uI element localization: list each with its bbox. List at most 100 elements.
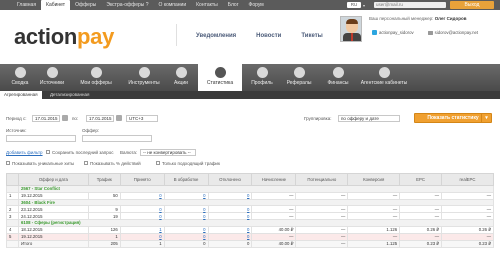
col-potential[interactable]: Потенциально [295, 173, 349, 186]
offer-input[interactable] [82, 135, 152, 142]
group-label[interactable]: 2567 - Star Conflict [17, 185, 495, 193]
nav-notifications[interactable]: Уведомления [186, 32, 246, 41]
drilldown-link[interactable]: 0 [247, 193, 249, 198]
table-row: 4 18.12.2015 126 1 0 0 40.00 ₽ —1.126 0.26 ₽0.26… [6, 225, 494, 234]
row-number: 4 [6, 225, 19, 234]
col-traffic[interactable]: Трафик [87, 173, 121, 186]
tab-finance[interactable]: Финансы [324, 64, 352, 91]
drilldown-link[interactable]: 0 [247, 207, 249, 212]
cell-EPC: — [399, 212, 443, 220]
subtab-detailed[interactable]: Детализированная [50, 91, 89, 99]
col-realepc[interactable]: realEPC [441, 173, 494, 186]
topnav-about[interactable]: О компании [154, 0, 192, 10]
tab-sources[interactable]: Источники [38, 64, 66, 91]
tab-agency[interactable]: Агентские кабинеты [358, 64, 410, 91]
table-row: 3 24.12.2015 19 0 0 0— — — — — [6, 212, 494, 220]
tab-promos[interactable]: Акции [170, 64, 192, 91]
col-processing[interactable]: В обработке [163, 173, 209, 186]
logo[interactable]: actionpay [14, 26, 114, 48]
cell-Трафик: 126 [87, 225, 121, 234]
email-contact[interactable]: sidorov@actionpay.net [427, 30, 478, 35]
tab-referrals[interactable]: Рефералы [284, 64, 314, 91]
col-epc[interactable]: EPC [399, 173, 443, 186]
manager-contacts: actionpay_sidorov sidorov@actionpay.net [372, 30, 478, 35]
tab-profile[interactable]: Профиль [248, 64, 276, 91]
topnav-blog[interactable]: Блог [223, 0, 244, 10]
subtab-aggregated[interactable]: Агрегированная [0, 91, 42, 99]
topnav-home[interactable]: Главная [12, 0, 41, 10]
matching-traffic-label: Только подходящий трафик [162, 161, 220, 166]
matching-traffic-checkbox[interactable] [156, 161, 160, 165]
drilldown-link[interactable]: 0 [159, 207, 161, 212]
col-offer-date[interactable]: Оффер и дата [17, 173, 89, 186]
rocket-icon [293, 67, 305, 78]
row-date: Итого [17, 239, 89, 248]
tab-tools[interactable]: Инструменты [124, 64, 164, 91]
timezone-select[interactable]: UTC+3 [126, 115, 158, 122]
nav-tickets[interactable]: Тикеты [291, 32, 332, 41]
drilldown-link[interactable]: 0 [159, 193, 161, 198]
drilldown-link[interactable]: 0 [203, 227, 205, 232]
language-select[interactable]: RU [347, 2, 361, 8]
row-number: 5 [6, 232, 19, 241]
tab-my-offers[interactable]: Мои офферы [78, 64, 114, 91]
topnav-cabinet[interactable]: Кабинет [41, 0, 71, 10]
drilldown-link[interactable]: 0 [203, 234, 205, 239]
drilldown-link[interactable]: 0 [159, 214, 161, 219]
drilldown-link[interactable]: 0 [203, 214, 205, 219]
drilldown-link[interactable]: 0 [247, 234, 249, 239]
cell-Принято: 0 [119, 205, 165, 214]
row-date: 19.12.2015 [17, 191, 89, 200]
row-date: 23.12.2015 [17, 205, 89, 214]
drilldown-link[interactable]: 1 [159, 227, 161, 232]
unique-hits-checkbox[interactable] [6, 161, 10, 165]
drilldown-link[interactable]: 0 [203, 207, 205, 212]
calendar-icon[interactable] [116, 115, 122, 121]
drilldown-link[interactable]: 0 [159, 234, 161, 239]
username-field[interactable]: user@mail.ru [374, 2, 446, 8]
topnav-offers[interactable]: Офферы [70, 0, 101, 10]
percent-actions-checkbox[interactable] [84, 161, 88, 165]
drilldown-link[interactable]: 0 [203, 193, 205, 198]
cell-В обработке: 0 [163, 191, 209, 200]
group-label[interactable]: 3604 - Black Fire [17, 198, 495, 207]
topnav-extra-offers[interactable]: Экстра-офферы ? [101, 0, 153, 10]
bar-chart-icon [214, 67, 226, 78]
cell-Трафик: 205 [87, 239, 121, 248]
col-conversion[interactable]: Конверсия [347, 173, 401, 186]
date-to-input[interactable]: 17.01.2015 [86, 115, 114, 122]
save-query-checkbox[interactable] [46, 150, 50, 154]
calendar-icon[interactable] [62, 115, 68, 121]
source-input[interactable] [6, 135, 76, 142]
tab-statistics[interactable]: Статистика [198, 64, 242, 91]
cell-Начисление: — [251, 205, 297, 214]
cell-В обработке: 0 [163, 212, 209, 220]
mail-icon [427, 30, 433, 35]
question-circle-icon: ? [145, 2, 149, 8]
cell-Принято: 0 [119, 212, 165, 220]
col-accepted[interactable]: Принято [119, 173, 165, 186]
logout-button[interactable]: Выход [450, 1, 494, 9]
show-statistics-button[interactable]: Показать статистику ▾ [414, 113, 492, 123]
skype-contact[interactable]: actionpay_sidorov [372, 30, 414, 35]
date-from-input[interactable]: 17.01.2015 [32, 115, 60, 122]
add-filter-link[interactable]: Добавить фильтр [6, 150, 43, 155]
nav-news[interactable]: Новости [246, 32, 291, 41]
row-date: 18.12.2015 [17, 225, 89, 234]
grouping-select[interactable]: по офферу и дате [338, 115, 400, 122]
table-row: 1 19.12.2015 50 0 0 0— — — — — [6, 191, 494, 200]
topnav-forum[interactable]: Форум [244, 0, 269, 10]
chevron-down-icon[interactable]: ▾ [481, 114, 491, 122]
table-row: 2 23.12.2015 9 0 0 0— — — — — [6, 205, 494, 214]
cell-Конверсия: — [347, 205, 401, 214]
topnav-contacts[interactable]: Контакты [191, 0, 223, 10]
source-label: Источник: [6, 128, 27, 133]
col-rejected[interactable]: Отклонено [207, 173, 253, 186]
drilldown-link[interactable]: 0 [247, 214, 249, 219]
group-label[interactable]: 6108 - Сферы (регистрация) [17, 218, 495, 227]
drilldown-link[interactable]: 0 [247, 227, 249, 232]
col-charged[interactable]: Начисление [251, 173, 297, 186]
tools-icon [138, 67, 150, 78]
tab-summary[interactable]: Сводка [8, 64, 32, 91]
currency-select[interactable]: -- не конвертировать -- [140, 149, 196, 156]
